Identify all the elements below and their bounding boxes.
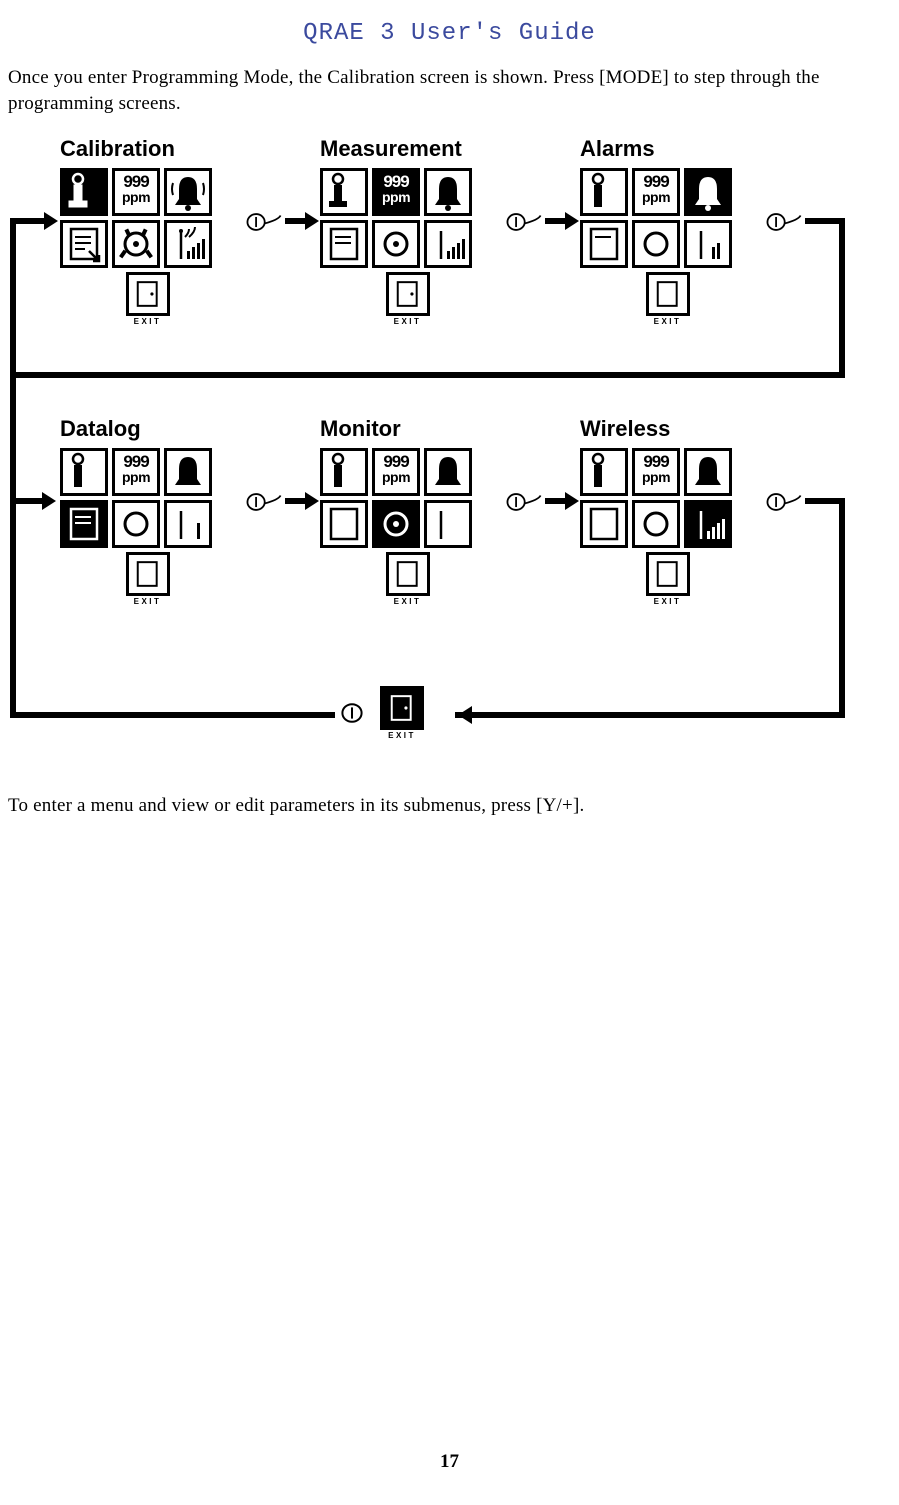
arrow-right-icon	[545, 498, 567, 504]
mode-button-icon	[246, 490, 282, 514]
screen-title: Monitor	[320, 416, 495, 442]
screen-datalog: Datalog 999ppm EXIT	[60, 416, 235, 606]
alarm-icon	[684, 168, 732, 216]
connector-line	[839, 218, 845, 378]
calibration-icon	[320, 448, 368, 496]
monitor-icon	[632, 220, 680, 268]
doc-title: QRAE 3 User's Guide	[0, 0, 899, 65]
datalog-icon	[320, 220, 368, 268]
programming-diagram: Calibration 999ppm EXIT Measurement 999p…	[60, 136, 890, 771]
connector-line	[10, 712, 335, 718]
exit-icon	[380, 686, 424, 730]
measurement-icon: 999ppm	[632, 448, 680, 496]
wireless-icon	[164, 220, 212, 268]
arrow-right-icon	[285, 498, 307, 504]
arrow-left-icon	[470, 712, 471, 718]
wireless-icon	[684, 500, 732, 548]
mode-button-icon	[340, 701, 364, 725]
screen-wireless: Wireless 999ppm EXIT	[580, 416, 755, 606]
exit-icon	[646, 552, 690, 596]
exit-label: EXIT	[60, 317, 235, 326]
datalog-icon	[580, 500, 628, 548]
mode-button-icon	[506, 490, 542, 514]
exit-icon	[386, 552, 430, 596]
connector-line	[10, 372, 845, 378]
wireless-icon	[164, 500, 212, 548]
alarm-icon	[424, 448, 472, 496]
datalog-icon	[580, 220, 628, 268]
screen-title: Wireless	[580, 416, 755, 442]
screen-alarms: Alarms 999ppm EXIT	[580, 136, 755, 326]
datalog-icon	[60, 220, 108, 268]
monitor-icon	[372, 500, 420, 548]
alarm-icon	[684, 448, 732, 496]
final-exit: EXIT	[380, 686, 424, 740]
exit-icon	[126, 552, 170, 596]
calibration-icon	[60, 448, 108, 496]
measurement-icon: 999ppm	[632, 168, 680, 216]
arrow-right-icon	[285, 218, 307, 224]
exit-icon	[646, 272, 690, 316]
screen-measurement: Measurement 999ppm EXIT	[320, 136, 495, 326]
wireless-icon	[684, 220, 732, 268]
calibration-icon	[580, 448, 628, 496]
calibration-icon	[580, 168, 628, 216]
screen-title: Measurement	[320, 136, 495, 162]
monitor-icon	[632, 500, 680, 548]
measurement-icon: 999ppm	[372, 448, 420, 496]
mode-button-icon	[766, 210, 802, 234]
exit-icon	[386, 272, 430, 316]
mode-button-icon	[766, 490, 802, 514]
screen-title: Datalog	[60, 416, 235, 442]
page-number: 17	[0, 1451, 899, 1473]
outro-paragraph: To enter a menu and view or edit paramet…	[0, 771, 899, 817]
arrow-right-icon	[545, 218, 567, 224]
connector-line	[839, 498, 845, 718]
alarm-icon	[164, 448, 212, 496]
connector-line	[455, 712, 845, 718]
screen-calibration: Calibration 999ppm EXIT	[60, 136, 235, 326]
measurement-icon: 999ppm	[112, 168, 160, 216]
monitor-icon	[372, 220, 420, 268]
datalog-icon	[320, 500, 368, 548]
exit-icon	[126, 272, 170, 316]
calibration-icon	[320, 168, 368, 216]
measurement-icon: 999ppm	[372, 168, 420, 216]
intro-paragraph: Once you enter Programming Mode, the Cal…	[0, 65, 899, 132]
mode-button-icon	[246, 210, 282, 234]
alarm-icon	[424, 168, 472, 216]
datalog-icon	[60, 500, 108, 548]
screen-title: Calibration	[60, 136, 235, 162]
screen-title: Alarms	[580, 136, 755, 162]
connector-line	[10, 218, 16, 718]
alarm-icon	[164, 168, 212, 216]
wireless-icon	[424, 500, 472, 548]
wireless-icon	[424, 220, 472, 268]
arrow-right-icon	[10, 218, 46, 224]
monitor-icon	[112, 220, 160, 268]
mode-button-icon	[506, 210, 542, 234]
monitor-icon	[112, 500, 160, 548]
calibration-icon	[60, 168, 108, 216]
screen-monitor: Monitor 999ppm EXIT	[320, 416, 495, 606]
measurement-icon: 999ppm	[112, 448, 160, 496]
